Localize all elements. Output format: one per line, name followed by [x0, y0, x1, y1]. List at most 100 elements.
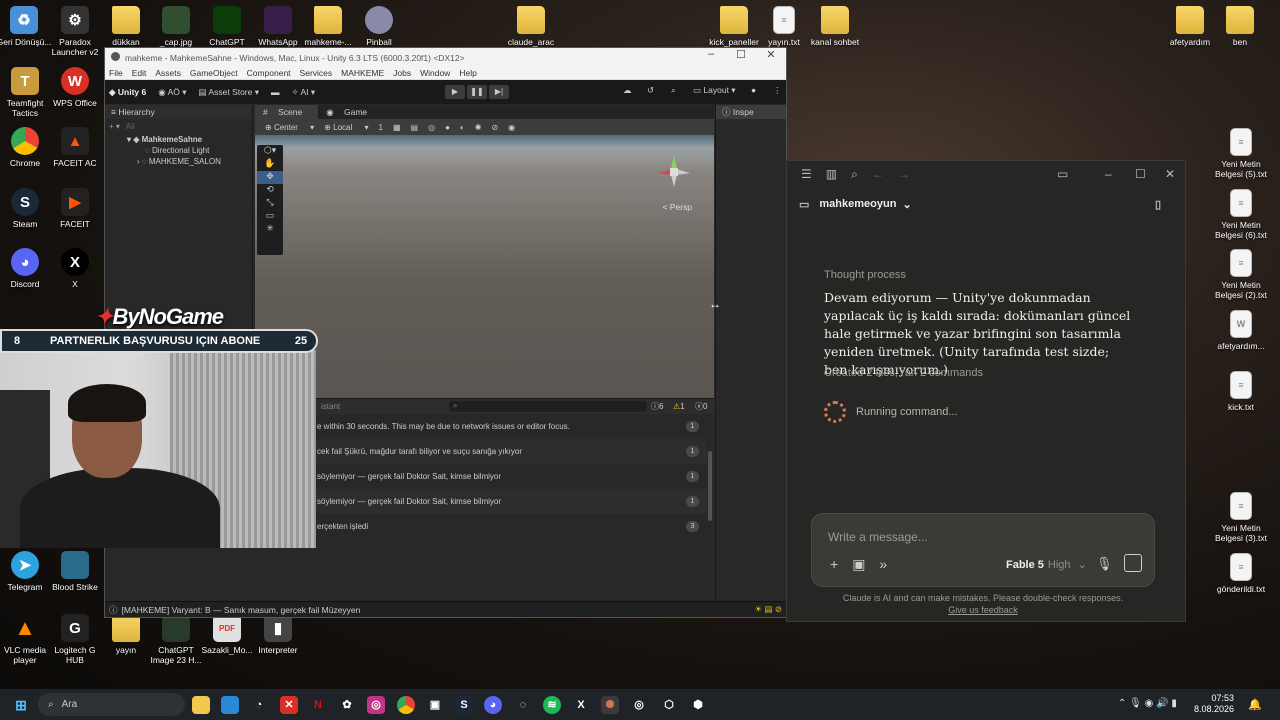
hierarchy-item-salon[interactable]: › ◌ MAHKEME_SALON: [105, 156, 252, 167]
play-button[interactable]: ▶: [445, 85, 465, 99]
move-tool-icon[interactable]: ✥: [257, 171, 283, 184]
close-icon[interactable]: ✕: [756, 48, 786, 61]
sidebar-icon[interactable]: ▥: [826, 167, 837, 181]
faceit-shortcut[interactable]: ▶ FACEIT: [45, 188, 105, 229]
discord-icon[interactable]: ◕: [484, 696, 502, 714]
rotate-tool-icon[interactable]: ⟲: [257, 184, 283, 197]
steam-icon[interactable]: S: [455, 696, 473, 714]
claude-window[interactable]: ☰ ▥ ⌕ ← → ▭ – ☐ ✕ ▭ mahkemeoyun ⌄ ▯ Thou…: [786, 160, 1186, 622]
ai-dropdown[interactable]: ✧ AI ▾: [292, 87, 316, 98]
tab-game[interactable]: ◉ Game: [318, 105, 383, 119]
edge-icon[interactable]: [221, 696, 239, 714]
layout-dropdown[interactable]: ▭ Layout ▾: [693, 85, 736, 96]
faceit-ac-shortcut[interactable]: ▲ FACEIT AC: [45, 127, 105, 168]
taskbar-search[interactable]: ⌕ Ara: [38, 693, 185, 716]
model-selector[interactable]: Fable 5 High ⌄: [1006, 558, 1087, 571]
add-icon[interactable]: +: [830, 556, 838, 573]
asset-store-dropdown[interactable]: ▤ Asset Store ▾: [198, 87, 259, 98]
claude-icon[interactable]: ✺: [601, 696, 619, 714]
back-icon[interactable]: ←: [872, 167, 884, 181]
tab-inspector[interactable]: ⓘ Inspe: [716, 105, 786, 119]
hierarchy-item-scene[interactable]: ▾ ◈ MahkemeSahne: [105, 134, 252, 145]
notification-icon[interactable]: 🔔: [1248, 698, 1262, 711]
file-explorer-icon[interactable]: [192, 696, 210, 714]
search-icon[interactable]: ⌕: [671, 85, 676, 96]
chevron-down-icon[interactable]: ⌄: [902, 198, 911, 211]
status-icons[interactable]: ☀ ▤ ⊘: [755, 604, 783, 615]
console-scrollbar[interactable]: [708, 451, 712, 521]
kick-txt-file[interactable]: ≡ kick.txt: [1211, 371, 1271, 412]
minimize-icon[interactable]: –: [696, 48, 726, 60]
tab-hierarchy[interactable]: ≡ Hierarchy: [105, 105, 252, 119]
menu-component[interactable]: Component: [247, 68, 291, 78]
speedtest-icon[interactable]: ◔: [250, 696, 268, 714]
metin-5-file[interactable]: ≡ Yeni Metin Belgesi (5).txt: [1211, 128, 1271, 179]
minimize-icon[interactable]: –: [1105, 167, 1112, 181]
lighting-icon[interactable]: ●: [445, 123, 450, 132]
cloud-icon[interactable]: ☁: [623, 85, 632, 96]
maximize-icon[interactable]: ☐: [726, 48, 756, 61]
step-button[interactable]: ▶|: [489, 85, 509, 99]
menu-file[interactable]: File: [109, 68, 123, 78]
space-dropdown[interactable]: ⊕ Local ▾: [324, 123, 368, 132]
console-search-input[interactable]: ⌕: [449, 401, 647, 412]
spotify-icon[interactable]: ≋: [543, 696, 561, 714]
netflix-icon[interactable]: N: [309, 696, 327, 714]
x-shortcut[interactable]: X X: [45, 248, 105, 289]
interpreter-shortcut[interactable]: ▮ Interpreter: [248, 614, 308, 655]
scene-viewport[interactable]: ⬡▾ ✋ ✥ ⟲ ⤡ ▭ ✳ < Persp: [255, 135, 714, 398]
project-selector[interactable]: mahkemeoyun: [819, 198, 896, 210]
pivot-dropdown[interactable]: ⊕ Center ▾: [265, 123, 314, 132]
error-count[interactable]: ⓧ0: [695, 401, 707, 412]
orientation-gizmo[interactable]: [654, 151, 694, 191]
status-message[interactable]: [MAHKEME] Varyant: B — Sanık masum, gerç…: [122, 605, 361, 615]
ben-folder[interactable]: ben: [1210, 6, 1270, 47]
fast-forward-icon[interactable]: »: [879, 556, 887, 573]
unity-title-bar[interactable]: mahkeme - MahkemeSahne - Windows, Mac, L…: [105, 48, 786, 67]
menu-mahkeme[interactable]: MAHKEME: [341, 68, 384, 78]
tab-scene[interactable]: # Scene: [255, 105, 319, 119]
blood-strike-shortcut[interactable]: Blood Strike: [45, 551, 105, 592]
grid-size-field[interactable]: 1: [379, 123, 383, 132]
unity-editor-icon[interactable]: ⬢: [689, 696, 707, 714]
menu-edit[interactable]: Edit: [132, 68, 147, 78]
hierarchy-item-light[interactable]: ◌ Directional Light: [105, 145, 252, 156]
hamburger-icon[interactable]: ☰: [801, 167, 812, 181]
pinball-shortcut[interactable]: Pinball: [349, 6, 409, 47]
capcut-icon[interactable]: ✕: [280, 696, 298, 714]
gonderildi-file[interactable]: ≡ gönderildi.txt: [1211, 553, 1271, 594]
info-count[interactable]: ⓘ6: [651, 401, 663, 412]
x-icon[interactable]: X: [572, 696, 590, 714]
more-menu-icon[interactable]: ⋮: [773, 85, 782, 96]
feedback-link[interactable]: Give us feedback: [787, 604, 1179, 616]
account-dropdown[interactable]: ◉ AÖ ▾: [158, 87, 186, 98]
remote-icon[interactable]: ▣: [426, 696, 444, 714]
metin-6-file[interactable]: ≡ Yeni Metin Belgesi (6).txt: [1211, 189, 1271, 240]
metin-3-file[interactable]: ≡ Yeni Metin Belgesi (3).txt: [1211, 492, 1271, 543]
menu-gameobject[interactable]: GameObject: [190, 68, 238, 78]
hierarchy-search[interactable]: + ▾ All: [105, 119, 252, 134]
unity-icon[interactable]: ⬡: [660, 696, 678, 714]
panel-icon[interactable]: ▭: [1057, 167, 1068, 181]
maximize-icon[interactable]: ☐: [1135, 167, 1146, 181]
render-mode-icon[interactable]: ◎: [428, 123, 435, 132]
chatgpt-icon[interactable]: ✿: [338, 696, 356, 714]
unity-version-button[interactable]: ◈ Unity 6: [109, 87, 146, 98]
side-panel-icon[interactable]: ▯: [1155, 198, 1161, 211]
help-icon[interactable]: ●: [751, 85, 756, 95]
warning-count[interactable]: ⚠1: [673, 402, 685, 411]
history-icon[interactable]: ↺: [647, 85, 654, 96]
claude-arac-folder[interactable]: claude_arac: [501, 6, 561, 47]
afetyardim-doc-file[interactable]: W afetyardım...: [1211, 310, 1271, 351]
tool-summary[interactable]: Created 2 files, ran 2 commands: [824, 367, 983, 379]
menu-window[interactable]: Window: [420, 68, 450, 78]
effects-icon[interactable]: ✺: [475, 123, 482, 132]
hand-tool-icon[interactable]: ✋: [257, 158, 283, 171]
close-icon[interactable]: ✕: [1165, 167, 1175, 181]
system-tray-icons[interactable]: ⌃ 🎙 ◉ 🔊 ▮: [1118, 698, 1177, 709]
menu-services[interactable]: Services: [300, 68, 333, 78]
search-icon[interactable]: ⌕: [851, 167, 858, 182]
view-options-icon[interactable]: ⬡▾: [257, 145, 283, 158]
audio-icon[interactable]: ◐: [460, 123, 465, 132]
chrome-icon[interactable]: [397, 696, 415, 714]
